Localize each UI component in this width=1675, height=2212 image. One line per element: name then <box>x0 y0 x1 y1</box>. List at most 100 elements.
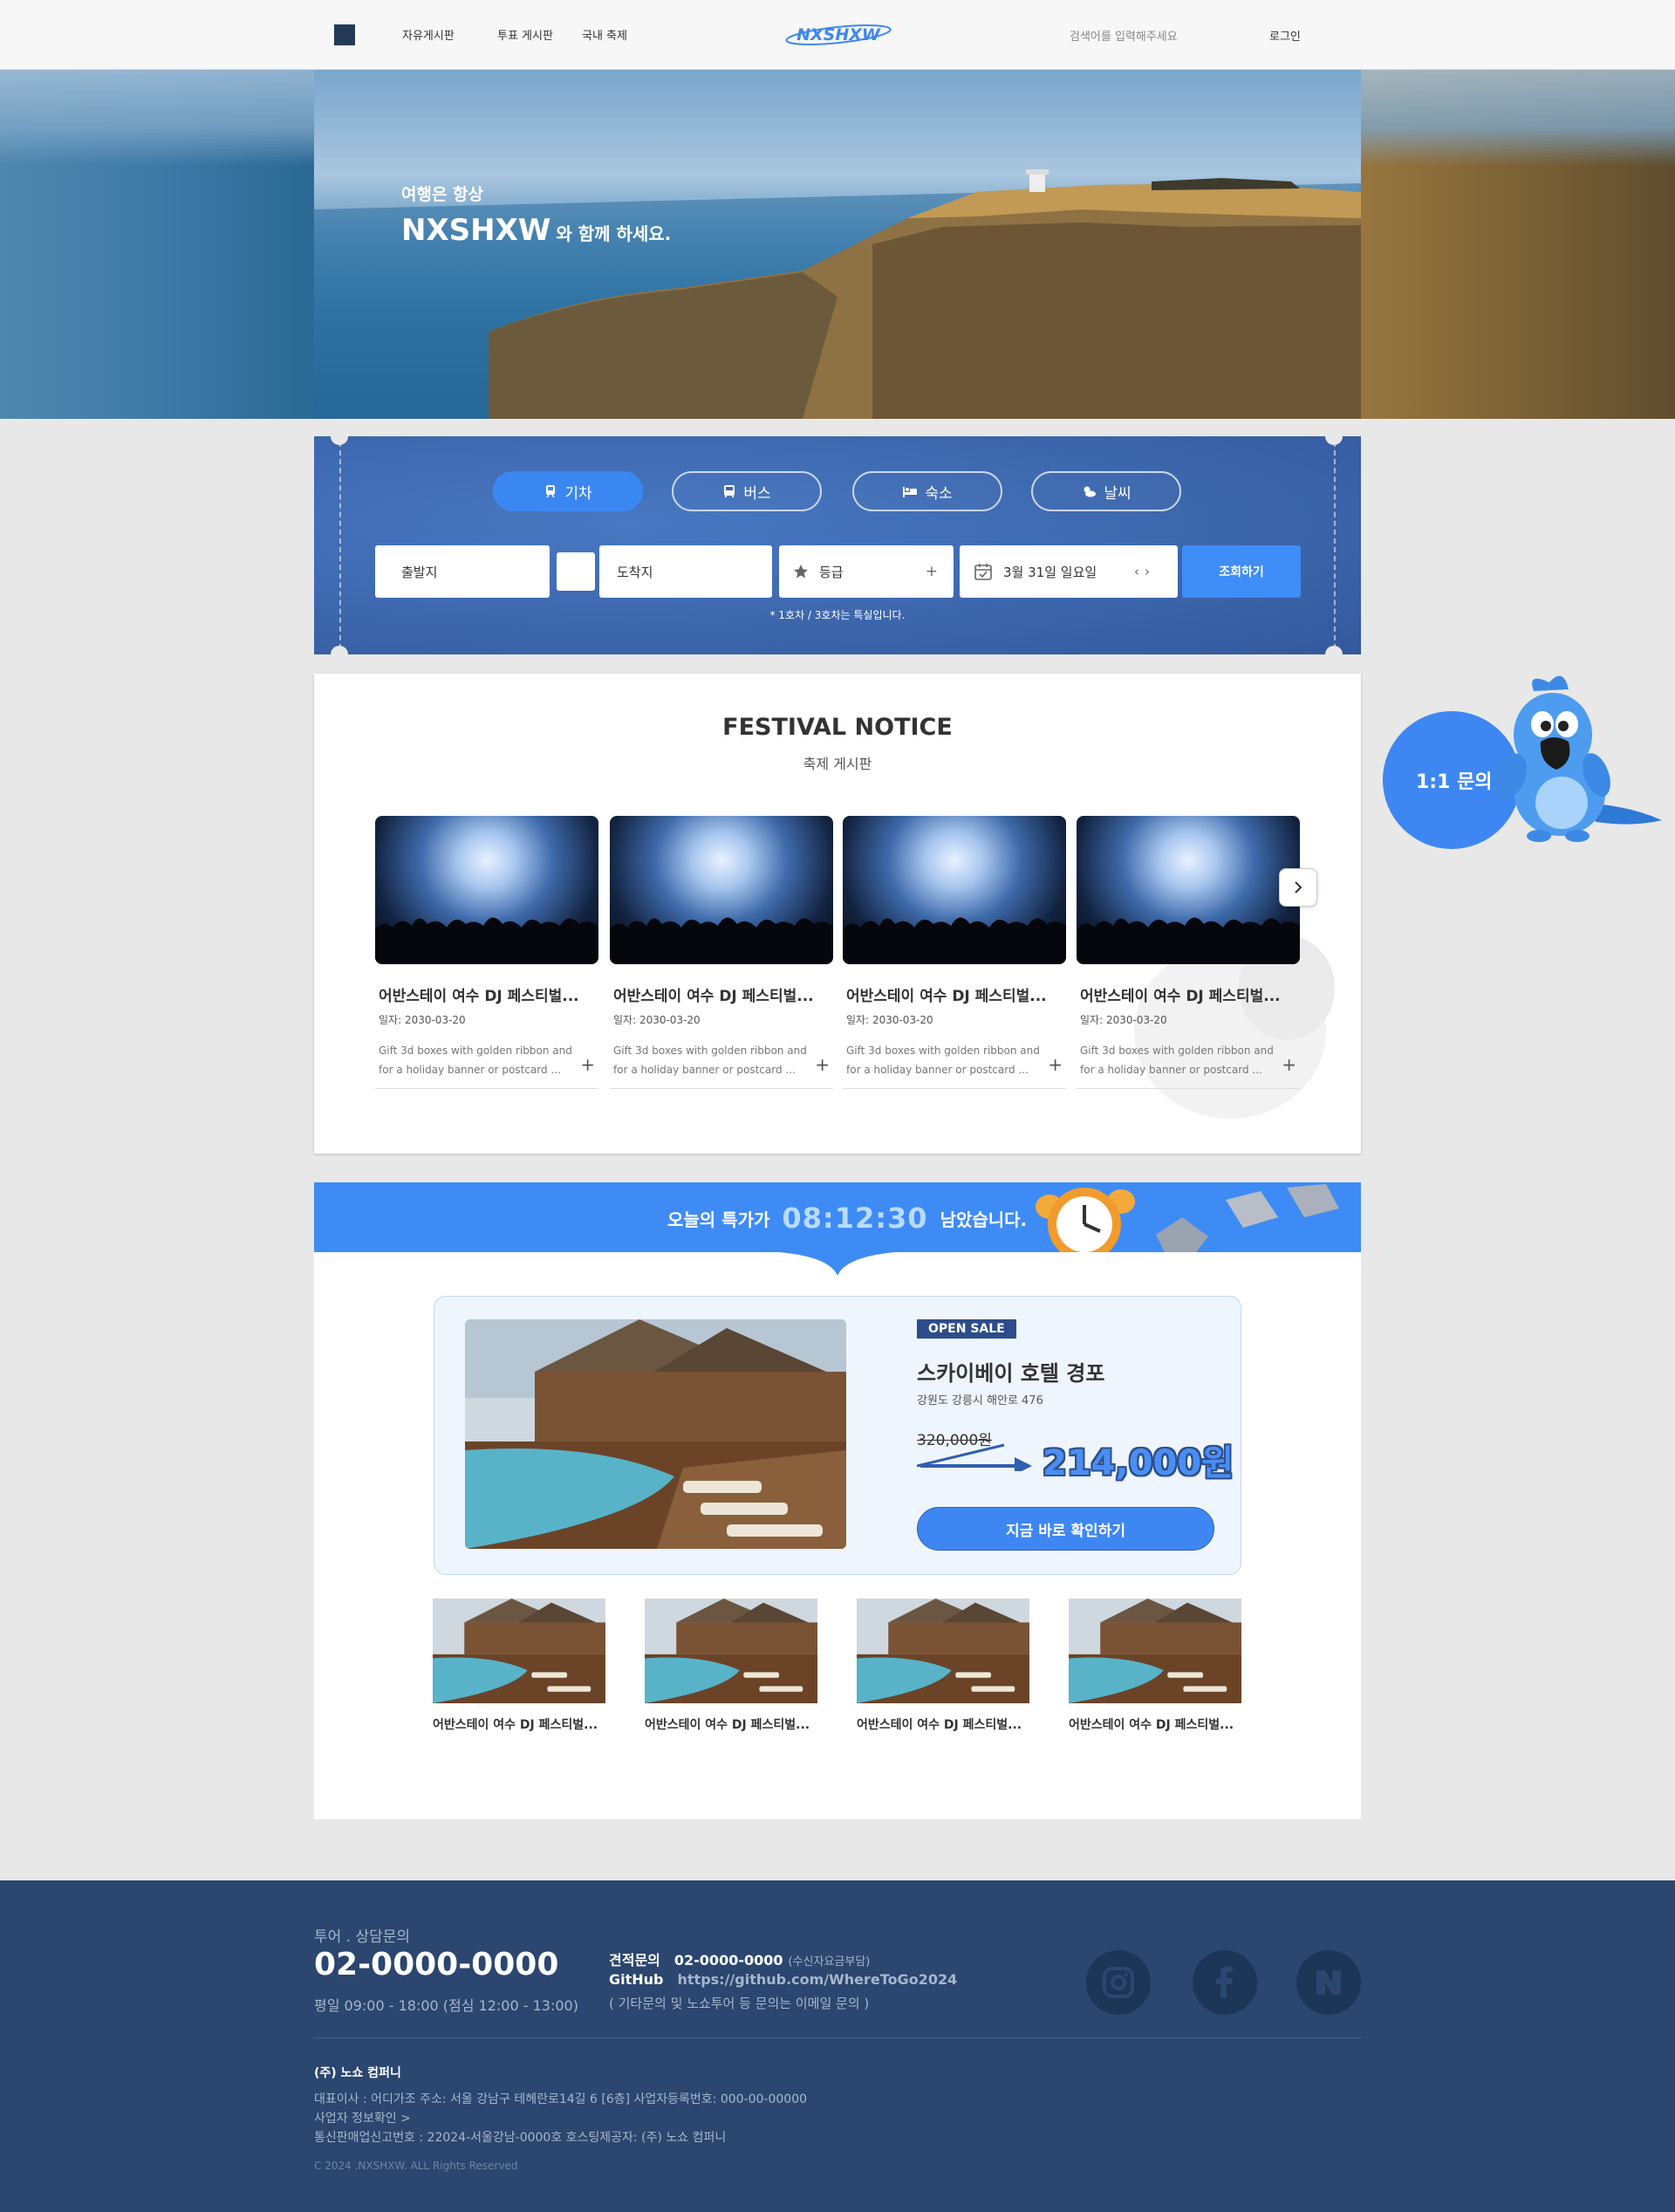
departure-field[interactable]: 출발지 <box>375 545 550 598</box>
facebook-button[interactable] <box>1193 1950 1257 2015</box>
etc-inquiry-note: ( 기타문의 및 노쇼투어 등 문의는 이메일 문의 ) <box>609 1996 870 2011</box>
banner-notch <box>768 1251 907 1276</box>
deal-countdown: 오늘의 특가가 08:12:30 남았습니다. <box>667 1202 1027 1235</box>
hero-title: NXSHXW 와 함께 하세요. <box>401 213 671 248</box>
open-sale-badge: OPEN SALE <box>917 1319 1016 1339</box>
tab-bus[interactable]: 버스 <box>672 471 822 511</box>
date-prev-next-icon[interactable]: ‹› <box>1134 564 1155 579</box>
plus-icon[interactable]: + <box>815 1054 830 1075</box>
sale-card[interactable]: OPEN SALE 스카이베이 호텔 경포 강원도 강릉시 해안로 476 32… <box>434 1296 1241 1575</box>
consult-phone[interactable]: 02-0000-0000 <box>314 1947 558 1983</box>
site-footer: 투어 . 상담문의 02-0000-0000 평일 09:00 - 18:00 … <box>0 1880 1675 2212</box>
hotel-pool-image <box>433 1599 605 1703</box>
company-registration: 통신판매업신고번호 : 22024-서울강남-0000호 호스팅제공자: (주)… <box>314 2131 727 2145</box>
thumb-title: 어반스테이 여수 DJ 페스티벌... <box>857 1718 1022 1732</box>
date-label: 3월 31일 일요일 <box>1003 564 1097 580</box>
plus-icon[interactable]: + <box>580 1054 595 1075</box>
crowd-image <box>843 917 1066 964</box>
hotel-pool-image <box>857 1599 1029 1703</box>
thumb-image <box>857 1599 1029 1703</box>
festival-card[interactable]: 어반스테이 여수 DJ 페스티벌... 일자: 2030-03-20 Gift … <box>843 816 1066 1089</box>
hotel-name: 스카이베이 호텔 경포 <box>917 1361 1105 1386</box>
carousel-next-button[interactable] <box>1279 868 1317 907</box>
naver-button[interactable] <box>1296 1950 1361 2015</box>
nav-vote-board[interactable]: 투표 게시판 <box>497 26 553 43</box>
company-info: 대표이사 : 어디가조 주소: 서울 강남구 테헤란로14길 6 [6층] 사업… <box>314 2092 808 2106</box>
tab-train[interactable]: 기차 <box>493 471 643 511</box>
grade-plus-icon[interactable]: + <box>926 563 938 580</box>
deal-prefix: 오늘의 특가가 <box>667 1209 770 1230</box>
check-now-button[interactable]: 지금 바로 확인하기 <box>917 1507 1214 1551</box>
instagram-button[interactable] <box>1086 1950 1151 2015</box>
swap-button[interactable] <box>557 552 595 591</box>
festival-card[interactable]: 어반스테이 여수 DJ 페스티벌... 일자: 2030-03-20 Gift … <box>1077 816 1300 1089</box>
weather-icon <box>1084 486 1097 497</box>
card-title: 어반스테이 여수 DJ 페스티벌... <box>1080 988 1281 1005</box>
ticket-notch <box>331 646 348 654</box>
card-description: Gift 3d boxes with golden ribbon and for… <box>613 1044 807 1076</box>
login-link[interactable]: 로그인 <box>1269 27 1301 44</box>
deal-thumb[interactable]: 어반스테이 여수 DJ 페스티벌... <box>433 1599 605 1733</box>
card-title: 어반스테이 여수 DJ 페스티벌... <box>379 988 579 1005</box>
instagram-icon <box>1103 1967 1134 1998</box>
menu-icon[interactable] <box>334 24 355 45</box>
thumb-image <box>645 1599 817 1703</box>
section-subtitle: 축제 게시판 <box>803 756 872 772</box>
plus-icon[interactable]: + <box>1282 1054 1296 1075</box>
divider <box>1077 1088 1300 1089</box>
grade-select[interactable]: 등급 + <box>779 545 954 598</box>
quote-phone[interactable]: 02-0000-0000 <box>674 1952 783 1969</box>
plus-icon[interactable]: + <box>1048 1054 1063 1075</box>
divider <box>610 1088 833 1089</box>
footer-divider <box>314 2037 1361 2038</box>
date-picker[interactable]: 3월 31일 일요일 ‹› <box>960 545 1178 598</box>
tab-bus-label: 버스 <box>743 484 771 503</box>
hotel-address: 강원도 강릉시 해안로 476 <box>917 1394 1043 1407</box>
ticket-notch <box>331 436 348 445</box>
search-button[interactable]: 조회하기 <box>1182 545 1301 598</box>
card-date: 일자: 2030-03-20 <box>379 1014 466 1026</box>
festival-card[interactable]: 어반스테이 여수 DJ 페스티벌... 일자: 2030-03-20 Gift … <box>610 816 833 1089</box>
tab-lodging-label: 숙소 <box>925 484 953 503</box>
bus-icon <box>724 485 735 497</box>
tab-weather[interactable]: 날씨 <box>1031 471 1181 511</box>
quote-contact: 견적문의 02-0000-0000 (수신자요금부담) <box>609 1948 870 1969</box>
deal-thumb[interactable]: 어반스테이 여수 DJ 페스티벌... <box>645 1599 817 1733</box>
nav-domestic-festival[interactable]: 국내 축제 <box>582 26 627 43</box>
festival-card[interactable]: 어반스테이 여수 DJ 페스티벌... 일자: 2030-03-20 Gift … <box>375 816 598 1089</box>
card-date: 일자: 2030-03-20 <box>613 1014 701 1026</box>
chevron-right-icon <box>1295 881 1302 894</box>
search-input[interactable]: 검색어를 입력해주세요 <box>1070 27 1178 44</box>
grade-label: 등급 <box>819 564 844 580</box>
booking-note: * 1호차 / 3호차는 특실입니다. <box>769 609 906 621</box>
svg-text:NXSHXW: NXSHXW <box>796 25 881 45</box>
deal-thumb[interactable]: 어반스테이 여수 DJ 페스티벌... <box>1069 1599 1241 1733</box>
tab-lodging[interactable]: 숙소 <box>852 471 1002 511</box>
divider <box>375 1088 598 1089</box>
festival-card-image <box>843 816 1066 964</box>
tab-weather-label: 날씨 <box>1104 484 1131 503</box>
hotel-image <box>465 1319 846 1549</box>
festival-card-image <box>375 816 598 964</box>
deal-thumb[interactable]: 어반스테이 여수 DJ 페스티벌... <box>857 1599 1029 1733</box>
thumb-title: 어반스테이 여수 DJ 페스티벌... <box>645 1718 810 1732</box>
card-description: Gift 3d boxes with golden ribbon and for… <box>846 1044 1040 1076</box>
naver-icon <box>1316 1970 1341 1995</box>
card-date: 일자: 2030-03-20 <box>846 1014 933 1026</box>
business-info-link[interactable]: 사업자 정보확인 > <box>314 2109 411 2126</box>
hotel-pool-image <box>465 1319 846 1549</box>
crowd-image <box>1077 917 1300 964</box>
arrival-field[interactable]: 도착지 <box>599 545 772 598</box>
site-logo[interactable]: NXSHXW <box>785 21 892 49</box>
card-title: 어반스테이 여수 DJ 페스티벌... <box>613 988 814 1005</box>
arrow-right-icon <box>917 1443 1032 1471</box>
card-description: Gift 3d boxes with golden ribbon and for… <box>379 1044 572 1076</box>
sale-price: 214,000원 <box>1043 1443 1234 1483</box>
ticket-notch <box>1325 436 1343 445</box>
github-link[interactable]: https://github.com/WhereToGo2024 <box>678 1971 958 1988</box>
site-header: 자유게시판 투표 게시판 국내 축제 NXSHXW 검색어를 입력해주세요 로그… <box>0 0 1675 70</box>
nav-free-board[interactable]: 자유게시판 <box>402 26 455 43</box>
business-hours: 평일 09:00 - 18:00 (점심 12:00 - 13:00) <box>314 1997 578 2014</box>
github-contact: GitHub https://github.com/WhereToGo2024 <box>609 1971 957 1988</box>
github-label: GitHub <box>609 1971 664 1988</box>
